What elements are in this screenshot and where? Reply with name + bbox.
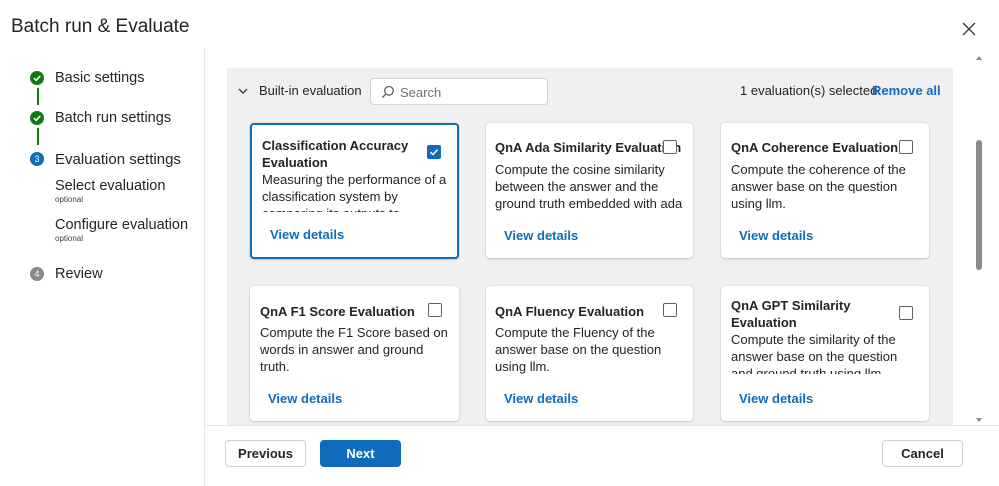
wizard-stepper: Basic settings Batch run settings 3 Eval… — [0, 60, 205, 486]
search-box[interactable] — [370, 78, 548, 105]
card-checkbox[interactable] — [663, 140, 677, 154]
sidebar-divider — [204, 48, 205, 486]
cancel-button[interactable]: Cancel — [882, 440, 963, 467]
substep-select-evaluation[interactable]: Select evaluation optional — [55, 178, 165, 204]
section-label: Built-in evaluation — [259, 83, 362, 98]
step-label: Review — [55, 266, 103, 282]
step-label: Evaluation settings — [55, 150, 181, 168]
evaluation-card[interactable]: QnA F1 Score Evaluation Compute the F1 S… — [250, 286, 459, 421]
evaluation-card[interactable]: QnA Coherence Evaluation Compute the coh… — [721, 123, 929, 258]
checkmark-circle-icon — [30, 111, 44, 125]
close-icon — [962, 22, 976, 36]
step-evaluation-settings[interactable]: 3 Evaluation settings — [30, 151, 181, 168]
view-details-link[interactable]: View details — [268, 391, 342, 406]
substep-label: Select evaluation — [55, 178, 166, 194]
card-description: Compute the similarity of the answer bas… — [731, 332, 898, 374]
checkmark-circle-icon — [30, 71, 44, 85]
evaluation-panel: Built-in evaluation 1 evaluation(s) sele… — [227, 68, 953, 426]
step-basic-settings[interactable]: Basic settings — [30, 70, 144, 86]
selected-count: 1 evaluation(s) selected — [740, 83, 878, 98]
substep-optional: optional — [55, 195, 84, 204]
next-button[interactable]: Next — [320, 440, 401, 467]
view-details-link[interactable]: View details — [504, 228, 578, 243]
step-number-badge: 4 — [30, 267, 44, 281]
view-details-link[interactable]: View details — [504, 391, 578, 406]
step-connector — [37, 88, 39, 105]
card-description: Compute the F1 Score based on words in a… — [260, 325, 448, 374]
scroll-up-arrow[interactable] — [976, 56, 982, 60]
card-title: QnA Ada Similarity Evaluation — [495, 140, 682, 155]
card-description: Compute the cosine similarity between th… — [495, 162, 683, 211]
footer-divider — [205, 425, 999, 426]
view-details-link[interactable]: View details — [739, 228, 813, 243]
evaluation-toolbar: Built-in evaluation 1 evaluation(s) sele… — [227, 78, 953, 105]
card-description: Compute the Fluency of the answer base o… — [495, 325, 662, 374]
evaluation-card[interactable]: QnA GPT Similarity Evaluation Compute th… — [721, 286, 929, 421]
evaluation-card[interactable]: Classification Accuracy Evaluation Measu… — [250, 123, 459, 259]
step-label: Basic settings — [55, 70, 145, 86]
search-icon — [381, 85, 394, 98]
previous-button[interactable]: Previous — [225, 440, 306, 467]
card-checkbox[interactable] — [427, 145, 441, 159]
card-description: Compute the coherence of the answer base… — [731, 162, 906, 211]
card-checkbox[interactable] — [899, 140, 913, 154]
search-input[interactable] — [400, 83, 540, 101]
checkmark-icon — [429, 149, 439, 156]
substep-optional: optional — [55, 234, 84, 243]
scrollbar-thumb[interactable] — [976, 140, 982, 270]
step-number-badge: 3 — [30, 152, 44, 166]
evaluation-card[interactable]: QnA Ada Similarity Evaluation Compute th… — [486, 123, 693, 258]
card-title: QnA GPT Similarity Evaluation — [731, 298, 851, 330]
scroll-down-arrow[interactable] — [976, 418, 982, 422]
step-connector — [37, 128, 39, 145]
view-details-link[interactable]: View details — [270, 227, 344, 242]
dialog-title: Batch run & Evaluate — [11, 16, 190, 37]
card-title: Classification Accuracy Evaluation — [262, 138, 409, 170]
chevron-down-icon[interactable] — [237, 85, 249, 97]
card-title: QnA Fluency Evaluation — [495, 304, 645, 319]
close-button[interactable] — [960, 20, 978, 38]
card-title: QnA F1 Score Evaluation — [260, 304, 415, 319]
card-description: Measuring the performance of a classific… — [262, 172, 447, 212]
card-checkbox[interactable] — [899, 306, 913, 320]
card-checkbox[interactable] — [663, 303, 677, 317]
step-batch-run-settings[interactable]: Batch run settings — [30, 110, 171, 126]
view-details-link[interactable]: View details — [739, 391, 813, 406]
step-review[interactable]: 4 Review — [30, 266, 103, 282]
remove-all-link[interactable]: Remove all — [872, 83, 941, 98]
evaluation-card[interactable]: QnA Fluency Evaluation Compute the Fluen… — [486, 286, 693, 421]
substep-configure-evaluation[interactable]: Configure evaluation optional — [55, 217, 188, 243]
substep-label: Configure evaluation — [55, 217, 189, 233]
card-checkbox[interactable] — [428, 303, 442, 317]
card-title: QnA Coherence Evaluation — [731, 140, 899, 155]
step-label: Batch run settings — [55, 110, 172, 126]
